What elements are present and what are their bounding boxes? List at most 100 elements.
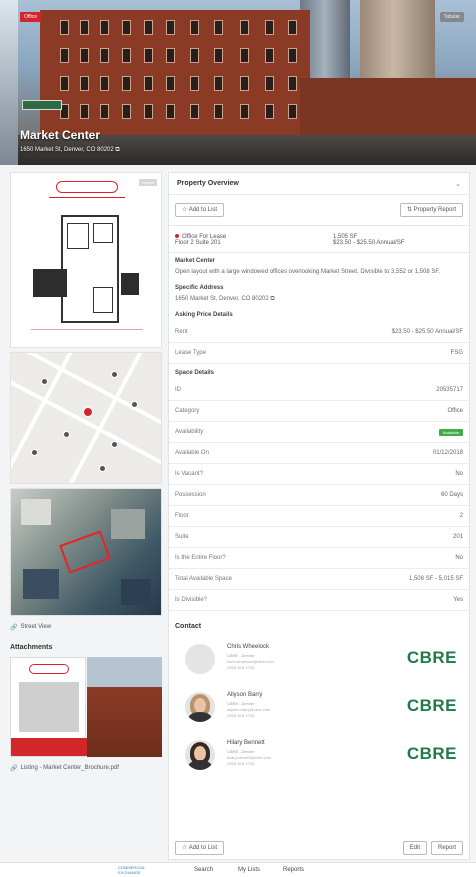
street-view-label: Street View: [20, 624, 52, 630]
detail-label: Rent: [175, 329, 188, 335]
footer-mylists-link[interactable]: My Lists: [238, 867, 260, 873]
overview-header[interactable]: Property Overview ⌄: [169, 173, 469, 195]
brochure-filename: Listing - Market Center_Brochure.pdf: [20, 765, 119, 771]
building-window: [60, 20, 69, 35]
satellite-roof: [121, 579, 151, 605]
asking-title: Asking Price Details: [175, 312, 233, 318]
building-window: [144, 76, 153, 91]
avatar: [185, 644, 215, 674]
street-view-link[interactable]: 🔗 Street View: [10, 622, 162, 632]
detail-row: Suite 201: [169, 527, 469, 548]
avatar: [185, 692, 215, 722]
detail-row: ID 20535717: [169, 380, 469, 401]
copy-icon[interactable]: ⧉: [115, 147, 119, 153]
brick-building-right: [300, 78, 476, 140]
hero-photo: Office Tabular Market Center 1650 Market…: [0, 0, 476, 165]
contact-card[interactable]: Chris Wheelock CBRE - Denver chris.wheeloc…: [169, 636, 469, 684]
avatar: [185, 740, 215, 770]
detail-value: 201: [452, 534, 463, 540]
tabular-toggle[interactable]: Tabular: [439, 12, 464, 22]
property-overview-panel: Property Overview ⌄ ☆ Add to List ⇅ Prop…: [168, 172, 470, 860]
building-window: [100, 76, 109, 91]
map-pin[interactable]: [111, 371, 118, 378]
cbre-logo: CBRE: [406, 744, 457, 763]
map-pin[interactable]: [63, 431, 70, 438]
building-window: [240, 76, 249, 91]
contact-email[interactable]: hilary.bennett@cbre.com: [227, 755, 271, 760]
floorplan-room: [93, 223, 113, 243]
detail-row: Is Divisible? Yes: [169, 590, 469, 611]
add-to-list-button[interactable]: ☆ Add to List: [175, 203, 225, 217]
map-pin-selected[interactable]: [83, 407, 93, 417]
map-pin[interactable]: [131, 401, 138, 408]
map-pin[interactable]: [111, 441, 118, 448]
property-report-button[interactable]: ⇅ Property Report: [399, 203, 463, 217]
street-sign: [22, 100, 62, 110]
building-window: [265, 48, 274, 63]
address-title: Specific Address: [175, 285, 224, 291]
detail-value: No: [455, 555, 463, 561]
contact-email[interactable]: chris.wheelock@cbre.com: [227, 659, 274, 664]
building-window: [265, 76, 274, 91]
report-button[interactable]: Report: [430, 841, 463, 855]
building-window: [214, 20, 223, 35]
building-window: [122, 76, 131, 91]
contact-phone[interactable]: (303) 628-1700: [227, 713, 254, 718]
contact-card[interactable]: Allyson Barry CBRE - Denver allyson.barry@…: [169, 684, 469, 732]
edit-button[interactable]: Edit: [402, 841, 427, 855]
contact-card[interactable]: Hilary Bennett CBRE - Denver hilary.bennet…: [169, 732, 469, 780]
contact-email[interactable]: allyson.barry@cbre.com: [227, 707, 270, 712]
link-icon: 🔗: [10, 624, 18, 631]
add-to-list-bottom-button[interactable]: ☆ Add to List: [175, 841, 225, 855]
detail-row: Total Available Space 1,508 SF - 5,015 SF: [169, 569, 469, 590]
floorplan-core: [121, 273, 139, 295]
property-title: Market Center: [20, 128, 101, 142]
building-window: [214, 76, 223, 91]
street-map[interactable]: [10, 352, 162, 484]
contact-name: Hilary Bennett: [227, 740, 265, 746]
detail-row: Is the Entire Floor? No: [169, 548, 469, 569]
building-window: [166, 20, 175, 35]
map-pin[interactable]: [99, 465, 106, 472]
media-column: Closed 🔗 Street View Attachments 🔗 Listi…: [10, 172, 162, 773]
attachment-preview[interactable]: [10, 657, 162, 757]
satellite-roof: [21, 499, 51, 525]
map-pin[interactable]: [31, 449, 38, 456]
property-address: 1650 Market St, Denver, CO 80202 ⧉: [20, 147, 120, 154]
contact-role: CBRE - Denver: [227, 653, 255, 658]
contact-phone[interactable]: (303) 628-1700: [227, 761, 254, 766]
contact-phone[interactable]: (303) 628-1700: [227, 665, 254, 670]
summary-right: 1,505 SF $23.50 - $25.50 Annual/SF: [333, 234, 463, 246]
building-window: [265, 104, 274, 119]
building-window: [80, 48, 89, 63]
footer-search-link[interactable]: Search: [194, 867, 213, 873]
brochure-link[interactable]: 🔗 Listing - Market Center_Brochure.pdf: [10, 763, 162, 773]
availability-badge: Available: [438, 428, 463, 436]
detail-label: Availability: [175, 429, 204, 435]
building-window: [60, 48, 69, 63]
contact-role: CBRE - Denver: [227, 701, 255, 706]
detail-value: FSG: [450, 350, 463, 356]
copy-icon[interactable]: ⧉: [270, 296, 274, 302]
building-window: [122, 104, 131, 119]
footer-reports-link[interactable]: Reports: [283, 867, 304, 873]
detail-value: No: [455, 471, 463, 477]
detail-value: $23.50 - $25.50 Annual/SF: [391, 329, 463, 335]
floorplan-image[interactable]: Closed: [10, 172, 162, 348]
building-window: [214, 104, 223, 119]
hero-left-strip: [0, 0, 18, 165]
contact-heading: Contact: [175, 623, 202, 630]
building-window: [240, 20, 249, 35]
cbre-logo: CBRE: [406, 696, 457, 715]
chevron-down-icon[interactable]: ⌄: [455, 180, 461, 188]
building-window: [288, 76, 297, 91]
detail-value: Office: [447, 408, 463, 414]
property-address-text: 1650 Market St, Denver, CO 80202: [20, 147, 114, 153]
building-window: [80, 104, 89, 119]
contact-list: Chris Wheelock CBRE - Denver chris.wheeloc…: [169, 636, 469, 780]
map-pin[interactable]: [41, 378, 48, 385]
satellite-map[interactable]: [10, 488, 162, 616]
footer-logo[interactable]: COMMERCIAL EXCHANGE: [118, 865, 145, 875]
detail-row: Lease Type FSG: [169, 343, 469, 364]
detail-label: Suite: [175, 534, 189, 540]
